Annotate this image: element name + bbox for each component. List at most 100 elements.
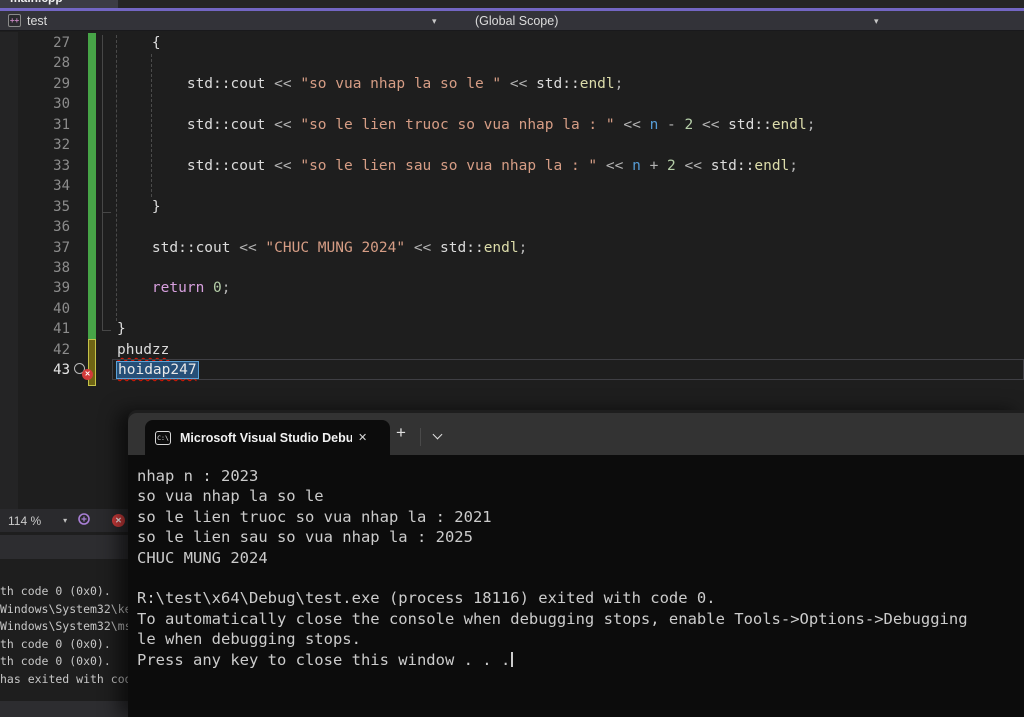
terminal-output[interactable]: nhap n : 2023 so vua nhap la so le so le l… xyxy=(128,455,1024,717)
code-token: ; xyxy=(614,75,624,92)
line-number: 29 xyxy=(53,75,70,92)
code-token: 2 xyxy=(667,157,685,174)
code-line[interactable]: std::cout << "so le lien truoc so vua nh… xyxy=(117,115,816,136)
code-token: << xyxy=(509,75,537,92)
text-cursor xyxy=(511,651,514,667)
chevron-down-icon[interactable]: ▾ xyxy=(63,516,67,525)
code-line[interactable]: phudzz xyxy=(117,340,169,361)
document-tabstrip: main.cpp ✕ xyxy=(0,0,1024,8)
scope-dropdown[interactable]: (Global Scope) xyxy=(475,14,558,28)
code-token: endl xyxy=(754,157,790,174)
zoom-level-value[interactable]: 114 % xyxy=(8,514,41,528)
terminal-line: nhap n : 2023 xyxy=(137,467,259,485)
code-token: ; xyxy=(221,280,231,297)
code-line[interactable]: std::cout << "CHUC MUNG 2024" << std::en… xyxy=(117,238,527,259)
close-icon[interactable]: ✕ xyxy=(358,431,367,444)
quick-actions-error-icon[interactable]: ✕ xyxy=(74,363,96,381)
chevron-down-icon[interactable]: ▾ xyxy=(874,16,879,27)
output-panel-toolbar xyxy=(0,535,128,559)
line-number: 43 xyxy=(53,362,70,379)
code-token: endl xyxy=(483,239,519,256)
code-token: endl xyxy=(771,116,807,133)
editor-zoom-bar: 114 % ▾ ✕ xyxy=(0,509,130,532)
code-token: << xyxy=(701,116,729,133)
code-token: n xyxy=(632,157,650,174)
code-token: std::cout xyxy=(117,75,275,92)
terminal-titlebar[interactable]: C:\ Microsoft Visual Studio Debug ✕ + xyxy=(128,413,1024,455)
line-number: 41 xyxy=(53,321,70,338)
close-icon[interactable]: ✕ xyxy=(97,0,105,3)
output-line: Windows\System32\ms xyxy=(0,619,128,634)
tab-main-cpp[interactable]: main.cpp ✕ xyxy=(0,0,118,8)
code-token: endl xyxy=(579,75,615,92)
navigation-bar: ++ test ▾ (Global Scope) ▾ xyxy=(0,11,1024,31)
code-line[interactable]: std::cout << "so vua nhap la so le " << … xyxy=(117,74,624,95)
terminal-line: so le lien sau so vua nhap la : 2025 xyxy=(137,528,473,547)
terminal-line: R:\test\x64\Debug\test.exe (process 1811… xyxy=(137,589,716,608)
code-token: << xyxy=(274,157,301,174)
code-token: } xyxy=(117,321,126,338)
terminal-line: Press any key to close this window . . . xyxy=(137,650,1024,670)
line-number: 36 xyxy=(53,219,70,236)
code-token: std:: xyxy=(440,239,484,256)
code-token: "so vua nhap la so le " xyxy=(300,75,510,92)
chevron-down-icon[interactable]: ▾ xyxy=(432,16,437,27)
code-token: "so le lien sau so vua nhap la : " xyxy=(300,157,606,174)
line-number: 40 xyxy=(53,300,70,317)
outline-guide-tick xyxy=(102,212,111,213)
code-token: << xyxy=(413,239,441,256)
code-line[interactable]: } xyxy=(117,319,126,340)
code-token: n xyxy=(649,116,668,133)
code-token: ; xyxy=(806,116,816,133)
line-number: 42 xyxy=(53,341,70,358)
code-token: << xyxy=(605,157,633,174)
cpp-file-icon: ++ xyxy=(8,14,21,27)
error-indicator-icon[interactable]: ✕ xyxy=(112,514,125,527)
terminal-line: CHUC MUNG 2024 xyxy=(137,548,268,567)
glyph-margin[interactable] xyxy=(0,32,18,509)
line-number: 38 xyxy=(53,259,70,276)
line-number: 30 xyxy=(53,96,70,113)
code-token: return xyxy=(151,280,214,297)
code-token: 0 xyxy=(213,280,222,297)
code-token: << xyxy=(623,116,650,133)
output-panel-footer xyxy=(0,701,128,717)
output-line: th code 0 (0x0). xyxy=(0,636,111,651)
change-tracking-bar-saved xyxy=(88,33,96,339)
code-line[interactable]: std::cout << "so le lien sau so vua nhap… xyxy=(117,156,798,177)
code-token: std:: xyxy=(536,75,580,92)
current-line-highlight xyxy=(112,359,1024,381)
terminal-line: le when debugging stops. xyxy=(137,630,361,649)
line-number: 31 xyxy=(53,116,70,133)
code-token: std::cout xyxy=(117,116,275,133)
outline-guide-tick xyxy=(102,330,111,331)
new-tab-button[interactable]: + xyxy=(396,423,406,443)
code-line[interactable]: return 0; xyxy=(117,278,231,299)
line-number: 37 xyxy=(53,239,70,256)
code-token: ; xyxy=(789,157,799,174)
terminal-line: To automatically close the console when … xyxy=(137,609,968,628)
terminal-tab[interactable]: C:\ Microsoft Visual Studio Debug ✕ xyxy=(145,420,390,455)
code-token: + xyxy=(649,157,668,174)
code-token: << xyxy=(274,75,301,92)
output-line: has exited with cod xyxy=(0,671,128,686)
code-line[interactable]: { xyxy=(117,33,161,54)
tab-title: main.cpp xyxy=(10,0,63,5)
line-number: 33 xyxy=(53,157,70,174)
code-token: "CHUC MUNG 2024" xyxy=(265,239,414,256)
intellicode-icon[interactable] xyxy=(77,512,91,529)
code-token: std:: xyxy=(710,157,755,174)
debug-console-window: C:\ Microsoft Visual Studio Debug ✕ + nh… xyxy=(128,410,1024,717)
code-token: "so le lien truoc so vua nhap la : " xyxy=(300,116,624,133)
terminal-line: so le lien truoc so vua nhap la : 2021 xyxy=(137,507,492,526)
chevron-down-icon[interactable] xyxy=(432,429,443,440)
code-line[interactable]: hoidap247 xyxy=(116,360,199,381)
project-dropdown[interactable]: test xyxy=(27,14,47,28)
output-panel: th code 0 (0x0). Windows\System32\ke Windo… xyxy=(0,535,128,717)
code-token: std:: xyxy=(728,116,772,133)
code-line[interactable]: } xyxy=(117,197,161,218)
visual-studio-window: main.cpp ✕ ++ test ▾ (Global Scope) ▾ 27… xyxy=(0,0,1024,717)
outline-guide[interactable] xyxy=(102,35,103,331)
